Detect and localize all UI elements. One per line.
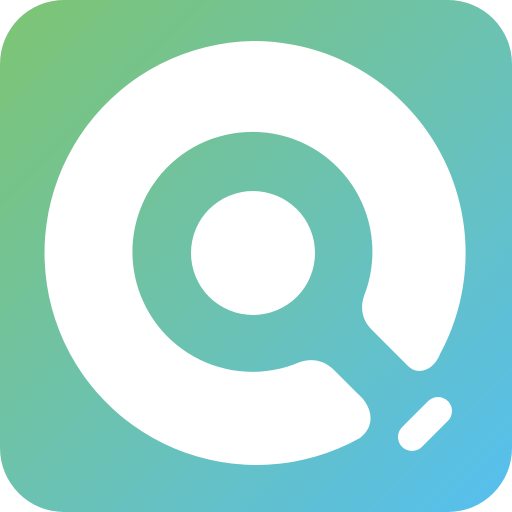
canvas bbox=[0, 0, 512, 512]
lens-core bbox=[191, 191, 315, 315]
search-app-icon[interactable] bbox=[0, 0, 512, 512]
handle-tip bbox=[398, 397, 452, 451]
